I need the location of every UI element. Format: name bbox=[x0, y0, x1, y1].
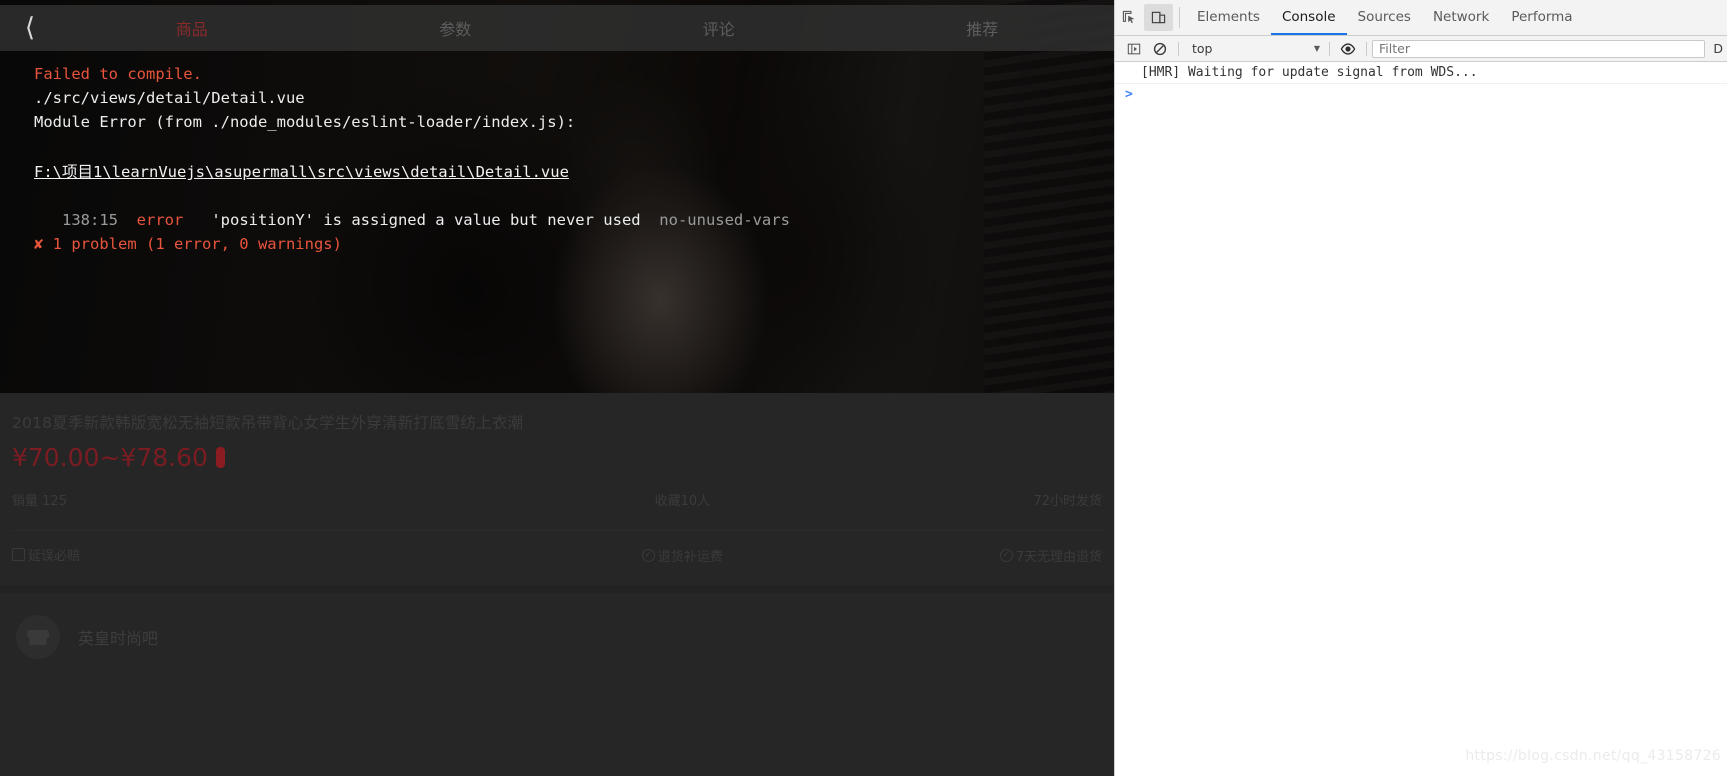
product-price-row: ¥70.00~¥78.60 bbox=[0, 433, 1114, 472]
execution-context-value: top bbox=[1192, 41, 1213, 56]
nav-tab-recommend[interactable]: 推荐 bbox=[851, 16, 1115, 40]
chevron-left-icon[interactable]: ⟨ bbox=[0, 15, 60, 41]
shop-info-row[interactable]: 英皇时尚吧 bbox=[0, 593, 1114, 681]
service-label-delay: 延误必赔 bbox=[28, 549, 81, 564]
shop-section-divider bbox=[0, 585, 1114, 593]
toolbar-divider bbox=[1329, 41, 1330, 56]
screenshot-root: ⟨ 商品 参数 评论 推荐 2018夏季新款韩版宽松无袖短款吊带背心女学生外穿清… bbox=[0, 0, 1727, 776]
toolbar-divider bbox=[1178, 41, 1179, 56]
square-unchecked-icon bbox=[12, 548, 25, 561]
nav-tab-params[interactable]: 参数 bbox=[324, 16, 588, 40]
detail-navbar: ⟨ 商品 参数 评论 推荐 bbox=[0, 5, 1114, 51]
store-icon bbox=[16, 615, 60, 659]
shop-name: 英皇时尚吧 bbox=[78, 629, 159, 648]
device-toolbar-icon[interactable] bbox=[1144, 4, 1173, 31]
show-console-sidebar-icon[interactable] bbox=[1121, 42, 1147, 56]
check-circle-icon: ✓ bbox=[999, 548, 1013, 562]
console-message: [HMR] Waiting for update signal from WDS… bbox=[1115, 62, 1727, 84]
live-expression-icon[interactable] bbox=[1335, 42, 1361, 56]
inspect-element-icon[interactable] bbox=[1115, 0, 1144, 35]
product-detail-content: 2018夏季新款韩版宽松无袖短款吊带背心女学生外穿清新打底雪纺上衣潮 ¥70.0… bbox=[0, 393, 1114, 776]
chevron-down-icon: ▼ bbox=[1313, 44, 1320, 53]
tab-sources[interactable]: Sources bbox=[1347, 0, 1422, 35]
discount-badge bbox=[215, 447, 225, 468]
console-output[interactable]: [HMR] Waiting for update signal from WDS… bbox=[1115, 62, 1727, 776]
shipping-time: 72小时发货 bbox=[1033, 494, 1102, 509]
check-circle-icon: ✓ bbox=[641, 548, 655, 562]
service-guarantee-row: 延误必赔 ✓ 退货补运费 ✓ 7天无理由退货 bbox=[0, 531, 1114, 579]
service-label-seven-day: 7天无理由退货 bbox=[1015, 549, 1102, 565]
tab-console[interactable]: Console bbox=[1270, 0, 1347, 35]
photo-dim-overlay bbox=[0, 0, 1114, 393]
toolbar-divider bbox=[1366, 41, 1367, 56]
devtools-tabbar: Elements Console Sources Network Perform… bbox=[1115, 0, 1727, 36]
service-item-return-shipping: ✓ 退货补运费 bbox=[503, 546, 863, 565]
service-label-return-shipping: 退货补运费 bbox=[657, 549, 723, 565]
execution-context-select[interactable]: top ▼ bbox=[1184, 41, 1324, 56]
prompt-chevron-icon: > bbox=[1125, 87, 1133, 102]
devtools-panel: Elements Console Sources Network Perform… bbox=[1114, 0, 1727, 776]
service-item-seven-day: ✓ 7天无理由退货 bbox=[862, 546, 1102, 565]
service-item-delay: 延误必赔 bbox=[12, 545, 503, 565]
product-price: ¥70.00~¥78.60 bbox=[12, 443, 208, 472]
tab-elements[interactable]: Elements bbox=[1186, 0, 1271, 35]
nav-tab-goods[interactable]: 商品 bbox=[60, 16, 324, 40]
tab-network[interactable]: Network bbox=[1422, 0, 1500, 35]
favorites-count: 收藏10人 bbox=[654, 494, 711, 509]
console-input-prompt[interactable]: > bbox=[1115, 84, 1727, 105]
clear-console-icon[interactable] bbox=[1147, 42, 1173, 56]
tab-performance[interactable]: Performa bbox=[1500, 0, 1583, 35]
nav-tab-comments[interactable]: 评论 bbox=[587, 16, 851, 40]
product-title: 2018夏季新款韩版宽松无袖短款吊带背心女学生外穿清新打底雪纺上衣潮 bbox=[12, 414, 524, 432]
console-toolbar: top ▼ D bbox=[1115, 36, 1727, 62]
sales-count: 销量 125 bbox=[12, 494, 67, 509]
toolbar-divider bbox=[1179, 7, 1180, 28]
mobile-app-viewport: ⟨ 商品 参数 评论 推荐 2018夏季新款韩版宽松无袖短款吊带背心女学生外穿清… bbox=[0, 0, 1114, 776]
log-levels-select[interactable]: D bbox=[1705, 41, 1727, 56]
console-filter-input[interactable] bbox=[1372, 39, 1706, 58]
product-stats-row: 销量 125 收藏10人 72小时发货 bbox=[0, 472, 1114, 524]
watermark: https://blog.csdn.net/qq_43158726 bbox=[1465, 748, 1721, 764]
